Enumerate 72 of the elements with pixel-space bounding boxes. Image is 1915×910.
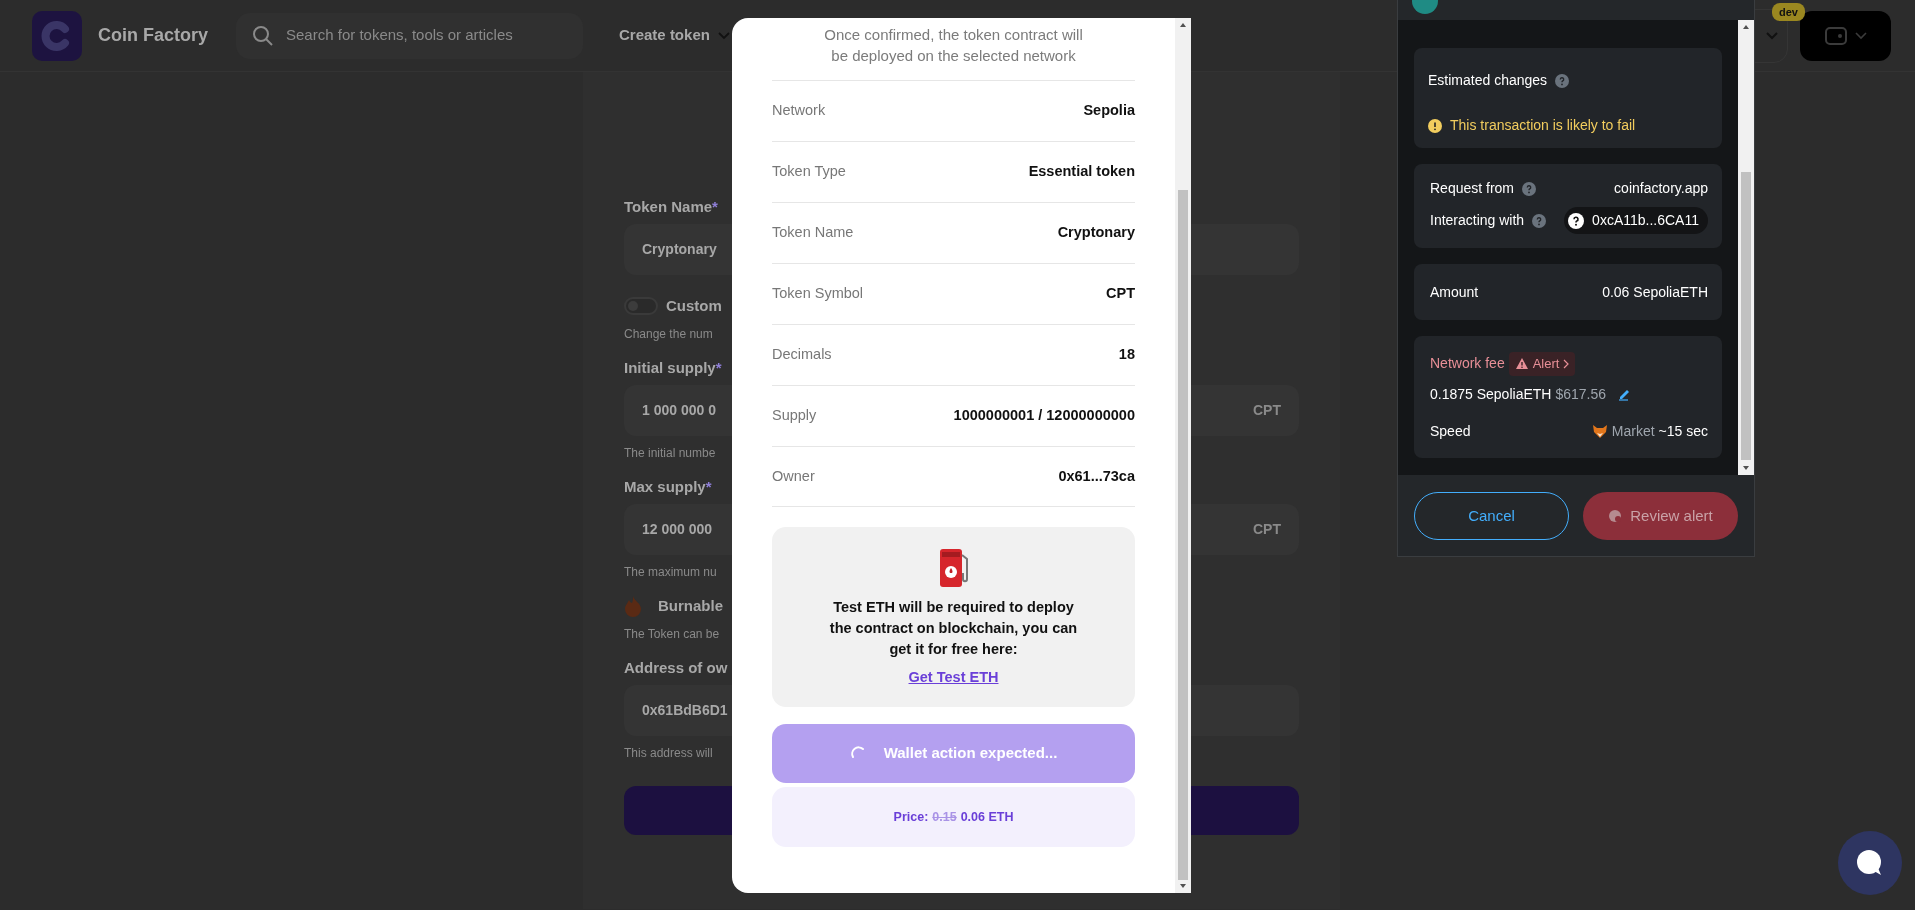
row-value: 1000000001 / 12000000000 bbox=[953, 406, 1135, 426]
price-text: Price: 0.15 0.06 ETH bbox=[772, 787, 1135, 847]
unknown-contract-icon bbox=[1568, 212, 1585, 229]
field-label: Address of ow bbox=[624, 658, 728, 678]
scrollbar[interactable] bbox=[1175, 18, 1191, 893]
field-label: Initial supply* bbox=[624, 358, 722, 378]
request-label: Request from bbox=[1430, 179, 1515, 198]
toggle-label: Custom bbox=[666, 296, 722, 316]
field-label: Max supply* bbox=[624, 477, 712, 497]
feature-label: Burnable bbox=[658, 596, 723, 616]
modal-intro-text: Once confirmed, the token contract will be deployed on the selected network bbox=[823, 25, 1084, 66]
warning-triangle-icon bbox=[1514, 357, 1529, 371]
amount-value: 0.06 SepoliaETH bbox=[1602, 282, 1708, 302]
caret-icon bbox=[717, 31, 730, 40]
hint-text: Change the num bbox=[624, 326, 713, 343]
search-icon bbox=[252, 24, 274, 47]
brand-name: Coin Factory bbox=[98, 24, 208, 47]
search-field[interactable]: Search for tokens, tools or articles bbox=[236, 12, 583, 59]
dev-badge: dev bbox=[1772, 2, 1805, 21]
caret-icon bbox=[1765, 30, 1779, 41]
row-value: 18 bbox=[1118, 345, 1135, 365]
address-pill[interactable]: 0xcA11b...6CA11 bbox=[1564, 207, 1708, 234]
notice-text: Test ETH will be required to deploy the contract on blockchain, you can get it for free here: bbox=[829, 598, 1078, 659]
warning-icon bbox=[1428, 118, 1442, 133]
chevron-icon bbox=[1563, 358, 1570, 369]
fox-icon bbox=[1591, 423, 1608, 439]
row-value: 0x61...73ca bbox=[1058, 466, 1135, 486]
request-value: coinfactory.app bbox=[1614, 179, 1708, 198]
row-label: Owner bbox=[772, 466, 815, 486]
row-label: Token Symbol bbox=[772, 284, 864, 304]
get-test-eth-link[interactable]: Get Test ETH bbox=[908, 667, 999, 689]
flame-icon bbox=[624, 595, 642, 617]
speed-time: ~15 sec bbox=[1658, 421, 1708, 441]
help-icon[interactable] bbox=[1522, 181, 1537, 196]
search-input[interactable]: Search for tokens, tools or articles bbox=[284, 23, 567, 48]
row-value: Sepolia bbox=[1083, 101, 1135, 121]
unit-text: CPT bbox=[1253, 520, 1281, 539]
wallet-icon bbox=[1824, 26, 1847, 45]
caret-icon bbox=[1854, 31, 1867, 40]
review-alert-button[interactable]: Review alert bbox=[1583, 492, 1738, 540]
help-icon[interactable] bbox=[1532, 213, 1547, 228]
hint-text: The initial numbe bbox=[624, 445, 716, 462]
row-value: CPT bbox=[1106, 284, 1135, 304]
warning-text: This transaction is likely to fail bbox=[1450, 116, 1636, 135]
field-label: Token Name* bbox=[624, 197, 718, 217]
row-label: Decimals bbox=[772, 345, 832, 365]
row-value: Essential token bbox=[1028, 162, 1135, 182]
section-label: Estimated changes bbox=[1428, 71, 1548, 90]
alert-badge[interactable]: Alert bbox=[1508, 352, 1576, 376]
logo-icon bbox=[32, 10, 82, 61]
row-value: Cryptonary bbox=[1057, 223, 1135, 243]
fee-amount: 0.1875 SepoliaETH bbox=[1430, 384, 1552, 404]
speed-value: Market bbox=[1611, 421, 1655, 441]
speed-label: Speed bbox=[1430, 421, 1471, 441]
hint-text: This address will bbox=[624, 745, 713, 762]
hint-text: The maximum nu bbox=[624, 564, 717, 581]
fee-fiat: $617.56 bbox=[1555, 384, 1607, 404]
row-label: Token Type bbox=[772, 162, 846, 182]
row-label: Supply bbox=[772, 406, 817, 426]
hint-text: The Token can be bbox=[624, 626, 720, 643]
scrollbar[interactable] bbox=[1738, 20, 1754, 475]
chat-icon bbox=[1856, 849, 1884, 877]
unit-text: CPT bbox=[1253, 401, 1281, 420]
alert-icon bbox=[1608, 509, 1623, 523]
help-icon[interactable] bbox=[1555, 73, 1570, 88]
nav-menu-button[interactable]: Create token bbox=[619, 24, 730, 47]
amount-label: Amount bbox=[1430, 282, 1479, 302]
network-fee-label: Network fee bbox=[1430, 354, 1505, 374]
wallet-button[interactable] bbox=[1800, 10, 1891, 61]
request-label: Interacting with bbox=[1430, 211, 1525, 230]
row-label: Network bbox=[772, 101, 826, 121]
row-label: Token Name bbox=[772, 223, 854, 243]
